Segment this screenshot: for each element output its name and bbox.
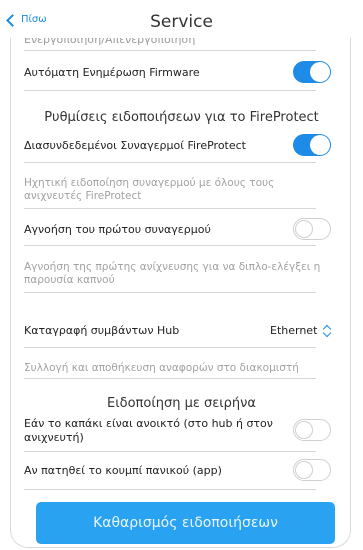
updown-chevron-icon xyxy=(323,324,332,338)
hub-events-value: Ethernet xyxy=(270,324,318,337)
toggle-knob xyxy=(310,62,330,82)
toggle-knob xyxy=(294,420,313,439)
divider xyxy=(24,208,316,209)
divider xyxy=(24,90,316,91)
hub-events-select[interactable]: Ethernet xyxy=(270,324,332,338)
page-title: Service xyxy=(150,12,213,32)
divider xyxy=(24,489,316,490)
divider xyxy=(24,347,316,348)
section-fireprotect: Ρυθμίσεις ειδοποιήσεων για το FireProtec… xyxy=(44,110,319,125)
toggle-knob xyxy=(294,460,313,479)
firmware-label: Αυτόματη Ενημέρωση Firmware xyxy=(24,66,200,79)
section-siren: Ειδοποίηση με σειρήνα xyxy=(107,396,256,411)
ignore-first-label: Αγνοήση του πρώτου συναγερμού xyxy=(24,223,211,236)
linked-alarms-hint: Ηχητική ειδοποίηση συναγερμού με όλους τ… xyxy=(24,177,275,202)
panic-button-label: Αν πατηθεί το κουμπί πανικού (app) xyxy=(24,464,222,477)
firmware-toggle[interactable] xyxy=(293,61,331,83)
toggle-knob xyxy=(294,219,313,238)
divider xyxy=(24,245,316,246)
clipped-row-text: Ενεργοποίηση/Απενεργοποίηση xyxy=(24,38,196,46)
divider xyxy=(24,378,316,379)
divider xyxy=(24,292,316,293)
linked-alarms-label: Διασυνδεδεμένοι Συναγερμοί FireProtect xyxy=(24,139,246,152)
linked-alarms-toggle[interactable] xyxy=(293,134,331,156)
toggle-knob xyxy=(310,135,330,155)
ignore-first-hint: Αγνοήση της πρώτης ανίχνευσης για να διπ… xyxy=(24,261,321,286)
divider xyxy=(24,50,316,51)
panic-button-toggle[interactable] xyxy=(293,459,331,481)
lid-open-label: Εάν το καπάκι είναι ανοικτό (στο hub ή σ… xyxy=(24,417,273,444)
divider xyxy=(24,451,316,452)
ignore-first-toggle[interactable] xyxy=(293,218,331,240)
header: Πίσω Service xyxy=(0,0,363,38)
lid-open-toggle[interactable] xyxy=(293,419,331,441)
divider xyxy=(24,162,316,163)
hub-events-hint: Συλλογή και αποθήκευση αναφορών στο διακ… xyxy=(24,362,299,374)
clear-notifications-button[interactable]: Καθαρισμός ειδοποιήσεων xyxy=(36,502,335,544)
